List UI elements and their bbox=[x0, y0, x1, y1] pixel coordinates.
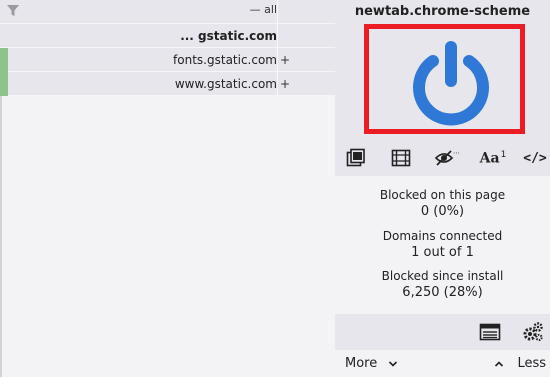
rule-cell[interactable] bbox=[278, 24, 335, 48]
domain-cell: ... gstatic.com bbox=[180, 29, 277, 43]
domain-cell: fonts.gstatic.com bbox=[173, 53, 277, 67]
remote-fonts-icon[interactable]: Aa1 bbox=[479, 145, 507, 171]
firewall-header-row: — all bbox=[0, 0, 335, 24]
allowed-indicator bbox=[0, 48, 8, 72]
more-less-bar: More Less bbox=[335, 350, 550, 377]
toolbar: ⋯ Aa1 </> bbox=[335, 140, 550, 176]
domains-connected-value: 1 out of 1 bbox=[411, 245, 474, 260]
popup-blocker-icon[interactable] bbox=[343, 145, 369, 171]
filter-icon[interactable] bbox=[6, 4, 20, 17]
all-scope-label[interactable]: — all bbox=[250, 0, 277, 20]
rule-cell[interactable]: + bbox=[278, 48, 335, 72]
table-row[interactable]: fonts.gstatic.com + bbox=[0, 48, 335, 72]
highlight-box bbox=[364, 24, 525, 134]
page-hostname: newtab.chrome-scheme bbox=[335, 0, 550, 24]
table-row[interactable]: ... gstatic.com bbox=[0, 24, 335, 48]
cosmetic-filter-eye-icon[interactable]: ⋯ bbox=[434, 145, 460, 171]
power-icon[interactable] bbox=[411, 39, 491, 127]
stats-panel: Blocked on this page 0 (0%) Domains conn… bbox=[335, 176, 550, 314]
less-label: Less bbox=[517, 356, 546, 371]
allowed-indicator bbox=[0, 72, 8, 96]
blocked-install-label: Blocked since install bbox=[381, 269, 504, 283]
popup-panel: newtab.chrome-scheme ⋯ Aa1 </> Blocked o… bbox=[335, 0, 550, 377]
javascript-label: </> bbox=[523, 150, 547, 166]
less-button[interactable]: Less bbox=[493, 350, 546, 377]
media-element-icon[interactable] bbox=[388, 145, 414, 171]
fonts-label: Aa bbox=[479, 150, 500, 167]
settings-gears-icon[interactable] bbox=[522, 321, 544, 343]
domains-connected-label: Domains connected bbox=[382, 229, 503, 243]
column-separator bbox=[277, 0, 278, 24]
chevron-up-icon bbox=[495, 360, 504, 367]
firewall-pane: — all ... gstatic.com fonts.gstatic.com … bbox=[0, 0, 335, 377]
svg-text:⋯: ⋯ bbox=[453, 149, 460, 157]
domain-cell: www.gstatic.com bbox=[174, 77, 277, 91]
rule-cell[interactable]: + bbox=[278, 72, 335, 96]
blocked-page-value: 0 (0%) bbox=[420, 204, 465, 219]
chevron-down-icon bbox=[389, 360, 398, 367]
more-button[interactable]: More bbox=[345, 350, 399, 377]
fonts-badge: 1 bbox=[500, 149, 507, 160]
pane-edge bbox=[0, 96, 2, 377]
bottom-toolbar bbox=[335, 314, 550, 350]
logger-list-icon[interactable] bbox=[479, 322, 501, 342]
javascript-code-icon[interactable]: </> bbox=[522, 145, 548, 171]
table-row[interactable]: www.gstatic.com + bbox=[0, 72, 335, 96]
blocked-page-label: Blocked on this page bbox=[379, 188, 506, 202]
blocked-install-value: 6,250 (28%) bbox=[402, 285, 483, 300]
more-label: More bbox=[345, 356, 378, 371]
power-area bbox=[335, 24, 550, 140]
